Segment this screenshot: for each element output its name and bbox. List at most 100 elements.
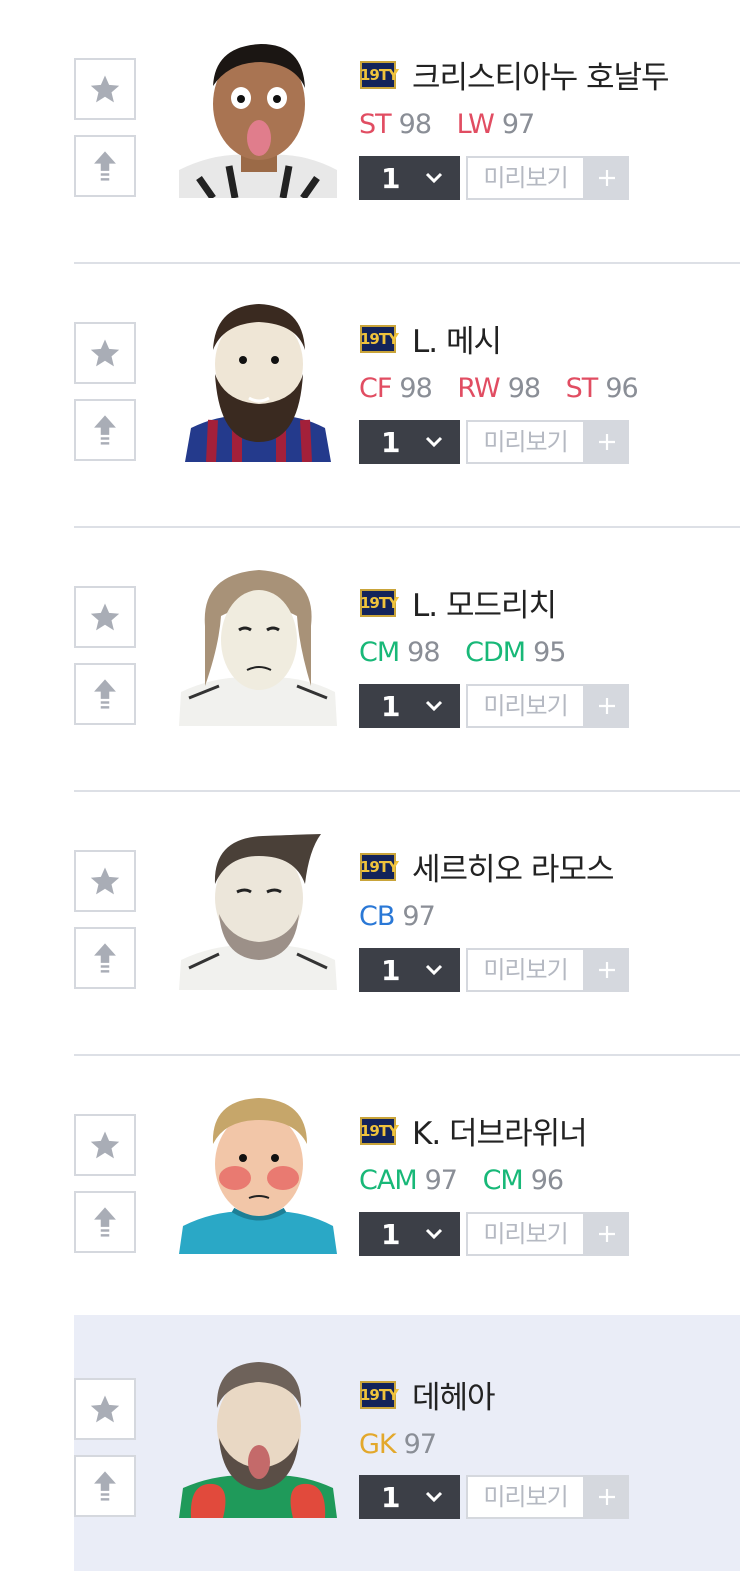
position-ovr: 97 [402, 901, 435, 932]
player-avatar [179, 1358, 337, 1518]
position-code: ST [565, 373, 599, 404]
position-ovr: 98 [507, 373, 541, 404]
player-row: 19TY L. 메시 CF 98 RW 98 ST 96 1 미리보기 [74, 264, 740, 528]
preview-button[interactable]: 미리보기 [466, 156, 585, 200]
plus-icon [599, 1489, 615, 1505]
player-row: 19TY K. 더브라위너 CAM 97 CM 96 1 미리보기 [74, 1056, 740, 1320]
player-name[interactable]: 크리스티아누 호날두 [412, 52, 670, 97]
star-icon [90, 75, 120, 103]
player-avatar [179, 1094, 337, 1254]
chevron-down-icon [426, 700, 443, 712]
upgrade-button[interactable] [74, 1191, 136, 1253]
position-ratings: CAM 97 CM 96 [359, 1165, 581, 1196]
chevron-down-icon [426, 964, 443, 976]
grade-dropdown[interactable]: 1 [359, 684, 460, 728]
star-icon [90, 603, 120, 631]
favorite-button[interactable] [74, 850, 136, 912]
star-icon [90, 1395, 120, 1423]
position-rating: CAM 97 [359, 1165, 458, 1196]
upload-arrow-icon [94, 151, 116, 181]
plus-icon [599, 698, 615, 714]
position-rating: LW 97 [456, 109, 536, 140]
grade-dropdown[interactable]: 1 [359, 1212, 460, 1256]
position-rating: ST 98 [359, 109, 432, 140]
position-rating: CDM 95 [465, 637, 566, 668]
grade-dropdown[interactable]: 1 [359, 1475, 460, 1519]
grade-dropdown[interactable]: 1 [359, 948, 460, 992]
grade-value: 1 [381, 1480, 401, 1514]
player-list: 19TY 크리스티아누 호날두 ST 98 LW 97 1 미리보기 19TY … [0, 0, 740, 1571]
plus-icon [599, 434, 615, 450]
plus-icon [599, 170, 615, 186]
position-code: RW [457, 373, 500, 404]
favorite-button[interactable] [74, 58, 136, 120]
grade-value: 1 [381, 161, 401, 195]
chevron-down-icon [426, 172, 443, 184]
player-row: 19TY L. 모드리치 CM 98 CDM 95 1 미리보기 [74, 528, 740, 792]
upload-arrow-icon [94, 415, 116, 445]
position-rating: CM 98 [359, 637, 441, 668]
position-code: ST [359, 109, 392, 140]
position-rating: CM 96 [482, 1165, 565, 1196]
position-ovr: 98 [407, 637, 440, 668]
player-name[interactable]: L. 메시 [412, 316, 502, 361]
player-avatar [179, 38, 337, 198]
add-preview-button[interactable] [585, 1212, 629, 1256]
position-rating: CB 97 [359, 901, 436, 932]
season-badge: 19TY [360, 1381, 399, 1409]
preview-button[interactable]: 미리보기 [466, 684, 585, 728]
favorite-button[interactable] [74, 1378, 136, 1440]
season-badge: 19TY [360, 1117, 399, 1145]
position-rating: GK 97 [359, 1429, 437, 1460]
position-ratings: ST 98 LW 97 [359, 109, 552, 140]
upload-arrow-icon [94, 943, 116, 973]
preview-button[interactable]: 미리보기 [466, 1475, 585, 1519]
position-ratings: CM 98 CDM 95 [359, 637, 583, 668]
upgrade-button[interactable] [74, 135, 136, 197]
grade-value: 1 [381, 425, 401, 459]
chevron-down-icon [426, 1228, 443, 1240]
preview-button[interactable]: 미리보기 [466, 948, 585, 992]
position-code: CF [359, 373, 392, 404]
season-badge: 19TY [360, 325, 399, 353]
position-code: CM [482, 1165, 524, 1196]
plus-icon [599, 1226, 615, 1242]
position-ovr: 97 [424, 1165, 458, 1196]
star-icon [90, 867, 120, 895]
preview-button[interactable]: 미리보기 [466, 1212, 585, 1256]
grade-dropdown[interactable]: 1 [359, 420, 460, 464]
season-badge: 19TY [360, 853, 399, 881]
position-rating: ST 96 [565, 373, 639, 404]
add-preview-button[interactable] [585, 156, 629, 200]
upgrade-button[interactable] [74, 927, 136, 989]
favorite-button[interactable] [74, 1114, 136, 1176]
player-row-selected: 19TY 데헤아 GK 97 1 미리보기 [74, 1315, 740, 1571]
player-avatar [179, 830, 337, 990]
grade-dropdown[interactable]: 1 [359, 156, 460, 200]
add-preview-button[interactable] [585, 420, 629, 464]
player-name[interactable]: 세르히오 라모스 [412, 844, 614, 889]
position-rating: CF 98 [359, 373, 433, 404]
grade-value: 1 [381, 689, 401, 723]
upgrade-button[interactable] [74, 1455, 136, 1517]
upload-arrow-icon [94, 679, 116, 709]
preview-button[interactable]: 미리보기 [466, 420, 585, 464]
position-code: CB [359, 901, 395, 932]
add-preview-button[interactable] [585, 684, 629, 728]
favorite-button[interactable] [74, 586, 136, 648]
favorite-button[interactable] [74, 322, 136, 384]
upgrade-button[interactable] [74, 663, 136, 725]
player-name[interactable]: L. 모드리치 [412, 580, 557, 625]
season-badge: 19TY [360, 61, 399, 89]
upgrade-button[interactable] [74, 399, 136, 461]
position-ovr: 97 [501, 109, 535, 140]
chevron-down-icon [426, 436, 443, 448]
position-code: CAM [359, 1165, 418, 1196]
position-ovr: 97 [403, 1429, 437, 1460]
add-preview-button[interactable] [585, 1475, 629, 1519]
add-preview-button[interactable] [585, 948, 629, 992]
player-name[interactable]: K. 더브라위너 [412, 1108, 588, 1153]
position-code: LW [456, 109, 495, 140]
star-icon [90, 1131, 120, 1159]
player-name[interactable]: 데헤아 [412, 1372, 496, 1417]
